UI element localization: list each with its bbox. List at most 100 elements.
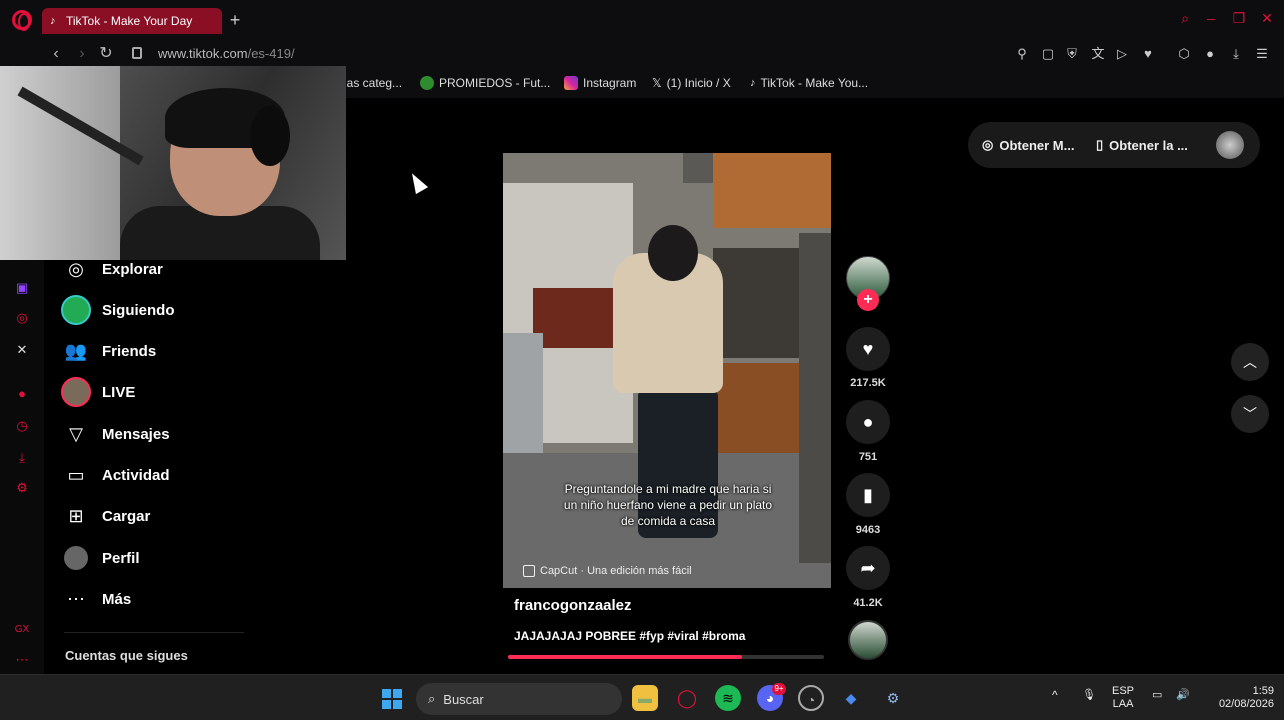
download-side-icon[interactable]: ⤓ [14,450,30,466]
steam-icon[interactable]: ⚙ [880,685,906,711]
video-author[interactable]: francogonzaalez [514,597,632,614]
bookmark-instagram[interactable]: Instagram [564,76,636,90]
pin-icon[interactable]: ⚲ [1014,46,1030,62]
browser-titlebar: ♪ TikTok - Make Your Day + ⌕ – ❐ ✕ [0,0,1284,40]
save-button[interactable]: ▮ [846,473,890,517]
video-progress-fill [508,655,742,659]
webcam-headphones [250,106,290,166]
gx-icon[interactable]: GX [14,622,30,638]
nav-item-label: Explorar [102,260,163,278]
shield-icon[interactable]: ⛨ [1064,46,1080,62]
url-host: www.tiktok.com [158,46,248,61]
taskbar-search[interactable]: ⌕ Buscar [416,683,622,715]
capcut-watermark: CapCut · Una edición más fácil [523,565,692,577]
search-icon: ⌕ [428,691,436,706]
search-icon[interactable]: ⌕ [1176,10,1194,27]
like-button[interactable]: ♥ [846,327,890,371]
reload-icon[interactable]: ↻ [96,44,116,64]
compass-icon: ◎ [68,258,84,279]
minimize-icon[interactable]: – [1202,10,1220,26]
close-icon[interactable]: ✕ [1258,10,1276,27]
extensions-icon[interactable]: ⬡ [1176,46,1192,62]
twitch-icon[interactable]: ▣ [14,280,30,296]
nav-item-siguiendo[interactable]: Siguiendo [58,295,175,325]
nav-item-label: LIVE [102,383,136,401]
clock[interactable]: 1:59 02/08/2026 [1204,685,1274,711]
get-app-button[interactable]: ▯ Obtener la ... [1096,137,1188,153]
settings-icon[interactable]: ☰ [1254,46,1270,62]
scroll-up-button[interactable]: ︿ [1231,343,1269,381]
share-count: 41.2K [853,597,883,609]
send-icon[interactable]: ▷ [1114,46,1130,62]
bookmark-tiktok[interactable]: ♪ TikTok - Make You... [750,76,868,90]
bookmark-x[interactable]: 𝕏 (1) Inicio / X [652,76,731,90]
webcam-overlay [0,66,346,260]
follow-plus-icon[interactable]: + [857,289,879,311]
get-app-label: Obtener la ... [1109,137,1188,153]
following-avatar [58,295,94,325]
language-indicator[interactable]: ESP LAA [1112,685,1134,711]
back-icon[interactable]: ‹ [46,44,66,64]
video-player[interactable]: Preguntandole a mi madre que haria si un… [503,153,831,588]
file-explorer-icon[interactable]: ▬ [632,685,658,711]
opera-taskbar-icon[interactable]: ◯ [674,685,700,711]
volume-icon[interactable]: 🔊 [1176,689,1190,702]
opera-sidebar: ▣ ◎ ✕ ● ◷ ⤓ ⚙ GX ⋯ [0,260,44,674]
nav-item-cargar[interactable]: ⊞ Cargar [58,501,150,531]
microphone-icon[interactable]: 🎙 [1082,689,1096,702]
video-description: JAJAJAJAJ POBREE #fyp #viral #broma [514,629,746,643]
history-icon[interactable]: ◷ [14,418,30,434]
chevron-up-icon: ︿ [1243,354,1257,370]
nav-item-actividad[interactable]: ▭ Actividad [58,460,169,490]
bookmark-promiedos[interactable]: PROMIEDOS - Fut... [420,76,550,90]
new-tab-button[interactable]: + [226,10,244,30]
opera-logo-icon[interactable] [12,10,32,31]
share-button[interactable]: ➦ [846,546,890,590]
nav-item-live[interactable]: LIVE [58,377,135,407]
snapshot-icon[interactable]: ▢ [1040,46,1056,62]
spotify-icon[interactable]: ≋ [715,685,741,711]
music-disc[interactable] [848,620,888,660]
tray-chevron-up-icon[interactable]: ^ [1052,689,1058,702]
plus-square-icon: ⊞ [68,505,84,526]
tab-tiktok[interactable]: ♪ TikTok - Make Your Day [42,8,222,34]
get-coins-button[interactable]: ◎ Obtener M... [982,137,1074,153]
translate-icon[interactable]: 文 [1090,46,1106,62]
more-icon: ⋯ [67,588,85,609]
bookmark-label: PROMIEDOS - Fut... [439,76,551,90]
more-side-icon[interactable]: ⋯ [14,652,30,668]
nav-item-explorar[interactable]: ◎ Explorar [58,254,163,284]
scroll-down-button[interactable]: ﹀ [1231,395,1269,433]
settings-side-icon[interactable]: ⚙ [14,480,30,496]
comment-button[interactable]: ● [846,400,890,444]
x-side-icon[interactable]: ✕ [14,342,30,358]
heart-icon[interactable]: ♥ [1140,46,1156,62]
url-field[interactable]: www.tiktok.com/es-419/ [158,44,295,64]
nav-item-mas[interactable]: ⋯ Más [58,584,131,614]
friends-icon: 👥 [64,340,88,361]
bookmark-categories[interactable]: las categ... [344,76,402,90]
video-scene [799,233,831,563]
spotify-side-icon[interactable]: ● [14,386,30,402]
windows-taskbar: ⌕ Buscar ▬ ◯ ≋ ◕ 9+ ◔ ◆ ⚙ ^ 🎙 ESP LAA ▭ … [0,674,1284,720]
network-icon[interactable]: ▭ [1152,689,1162,702]
lang-top: ESP [1112,685,1135,697]
app-icon[interactable]: ◆ [838,685,864,711]
instagram-side-icon[interactable]: ◎ [14,310,30,326]
phone-icon: ▯ [1096,137,1104,152]
tab-title: TikTok - Make Your Day [66,14,193,28]
video-progress-bar[interactable] [508,655,824,659]
download-icon[interactable]: ⤓ [1228,46,1244,62]
tiktok-favicon-icon: ♪ [50,15,56,27]
nav-item-perfil[interactable]: Perfil [58,543,140,573]
nav-item-mensajes[interactable]: ▽ Mensajes [58,419,169,449]
account-icon[interactable]: ● [1202,46,1218,62]
obs-icon[interactable]: ◔ [798,685,824,711]
user-avatar[interactable] [1216,131,1244,159]
windows-start-icon[interactable] [382,689,402,709]
maximize-icon[interactable]: ❐ [1230,10,1248,27]
forward-icon[interactable]: › [72,44,92,64]
comment-count: 751 [858,451,878,463]
profile-avatar [58,543,94,573]
nav-item-friends[interactable]: 👥 Friends [58,336,156,366]
